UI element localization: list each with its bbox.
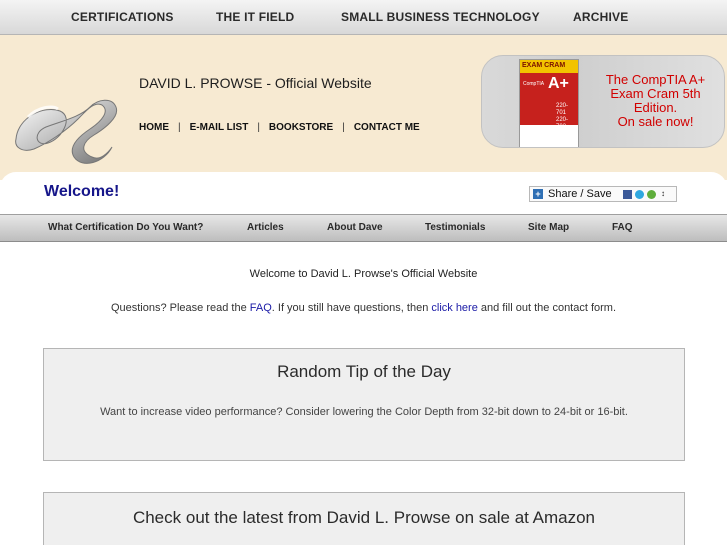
tip-of-the-day-box: Random Tip of the Day Want to increase v… (43, 348, 685, 461)
share-save-button[interactable]: + Share / Save ↕ (529, 186, 677, 202)
tip-heading: Random Tip of the Day (277, 362, 451, 381)
chevron-updown-icon[interactable]: ↕ (661, 189, 669, 198)
subnav-about-dave[interactable]: About Dave (327, 222, 383, 233)
site-logo[interactable] (8, 77, 120, 169)
site-title: DAVID L. PROWSE - Official Website (139, 75, 372, 91)
share-service-icon[interactable] (647, 190, 656, 199)
nav-bookstore[interactable]: BOOKSTORE (269, 122, 333, 133)
subnav-site-map[interactable]: Site Map (528, 222, 569, 233)
twitter-icon[interactable] (635, 190, 644, 199)
nav-home[interactable]: HOME (139, 122, 169, 133)
amazon-heading: Check out the latest from David L. Prows… (132, 508, 596, 527)
promo-line: Exam Cram 5th (610, 86, 701, 101)
subnav-faq[interactable]: FAQ (612, 222, 633, 233)
topnav-small-business-technology[interactable]: SMALL BUSINESS TECHNOLOGY (341, 10, 540, 24)
intro-line: Questions? Please read the FAQ. If you s… (0, 302, 727, 314)
book-title: A+ (548, 75, 569, 92)
book-exam: 220-701 (556, 103, 569, 116)
promo-text[interactable]: The CompTIA A+ Exam Cram 5th Edition. On… (592, 73, 719, 129)
promo-line: Edition. (633, 100, 678, 115)
book-brand: CompTIA (523, 81, 545, 87)
welcome-heading: Welcome! (44, 183, 120, 200)
click-here-link[interactable]: click here (431, 302, 477, 314)
topnav-certifications[interactable]: CERTIFICATIONS (71, 10, 174, 24)
nav-contact-me[interactable]: CONTACT ME (354, 122, 420, 133)
top-nav: CERTIFICATIONS THE IT FIELD SMALL BUSINE… (0, 0, 727, 35)
intro-text: Questions? Please read the (110, 302, 250, 314)
share-label: Share / Save (548, 188, 612, 200)
header-nav: HOME | E-MAIL LIST | BOOKSTORE | CONTACT ME (139, 122, 420, 133)
book-series: EXAM CRAM (522, 62, 566, 69)
sub-nav: What Certification Do You Want? Articles… (0, 214, 727, 242)
promo-line: On sale now! (617, 114, 694, 129)
subnav-what-certification[interactable]: What Certification Do You Want? (48, 222, 203, 233)
intro-text: and fill out the contact form. (477, 302, 617, 314)
nav-email-list[interactable]: E-MAIL LIST (190, 122, 249, 133)
promo-banner[interactable]: EXAM CRAM CompTIA A+ 220-701 220-702 The… (481, 55, 725, 148)
intro-text: . If you still have questions, then (271, 302, 432, 314)
topnav-it-field[interactable]: THE IT FIELD (216, 10, 294, 24)
subnav-articles[interactable]: Articles (247, 222, 284, 233)
facebook-icon[interactable] (623, 190, 632, 199)
topnav-archive[interactable]: ARCHIVE (573, 10, 628, 24)
faq-link[interactable]: FAQ (250, 302, 272, 314)
plus-icon: + (533, 189, 543, 199)
site-header: DAVID L. PROWSE - Official Website HOME |… (0, 35, 727, 180)
intro-title: Welcome to David L. Prowse's Official We… (249, 268, 478, 280)
nav-separator: | (342, 122, 345, 133)
nav-separator: | (257, 122, 260, 133)
nav-separator: | (178, 122, 181, 133)
amazon-box: Check out the latest from David L. Prows… (43, 492, 685, 545)
subnav-testimonials[interactable]: Testimonials (425, 222, 485, 233)
book-exam: 220-702 (556, 117, 569, 130)
tip-body: Want to increase video performance? Cons… (100, 406, 628, 418)
book-cover[interactable]: EXAM CRAM CompTIA A+ 220-701 220-702 (519, 59, 579, 147)
promo-line: The CompTIA A+ (605, 72, 706, 87)
